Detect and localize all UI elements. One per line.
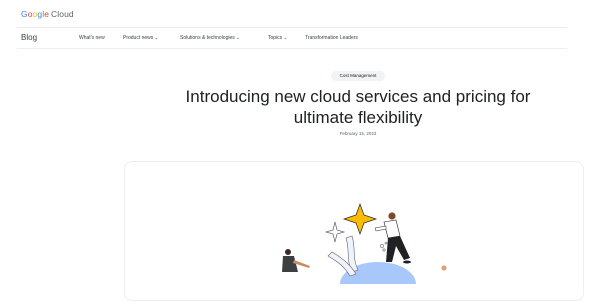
top-bar: Google Cloud [0,0,601,28]
chevron-down-icon: ⌄ [154,35,159,41]
person-pants [386,236,410,262]
nav-item-solutions-technologies[interactable]: Solutions & technologies⌄ [180,35,240,41]
logo-letter: G [21,9,28,19]
hero-illustration [282,202,447,284]
person-shirt [383,219,401,239]
person-head [285,249,291,255]
category-tag[interactable]: Cost Management [331,71,385,81]
article-title: Introducing new cloud services and prici… [185,87,531,127]
person-head [441,265,447,271]
person-body [282,256,298,272]
nav-divider [17,48,567,49]
nav-item-whats-new[interactable]: What's new [79,35,105,41]
nav-item-label: Solutions & technologies [180,35,235,41]
article-date: February 15, 2023 [339,131,377,136]
nav-item-label: Product news [123,35,154,41]
person-head [388,212,396,220]
sparkle-icon [324,221,346,243]
nav-item-label: Transformation Leaders [305,35,358,41]
nav-item-topics[interactable]: Topics⌄ [268,35,287,41]
nav-item-transformation-leaders[interactable]: Transformation Leaders [305,35,358,41]
nav-item-product-news[interactable]: Product news⌄ [123,35,159,41]
logo-letter: e [44,9,50,19]
logo-google: Google [21,9,49,19]
dot-shape [384,241,388,245]
person-shoe [403,260,411,264]
logo-cloud: Cloud [51,9,74,19]
chevron-down-icon: ⌄ [235,35,240,41]
blog-home-link[interactable]: Blog [21,33,37,42]
nav-item-label: Topics [268,35,283,41]
google-cloud-logo[interactable]: Google Cloud [21,9,74,19]
star-icon [342,202,378,236]
dot-shape [382,248,386,252]
person-arm [374,225,387,232]
chevron-down-icon: ⌄ [283,35,288,41]
dot-shape [380,244,384,248]
nav-item-label: What's new [79,35,105,41]
